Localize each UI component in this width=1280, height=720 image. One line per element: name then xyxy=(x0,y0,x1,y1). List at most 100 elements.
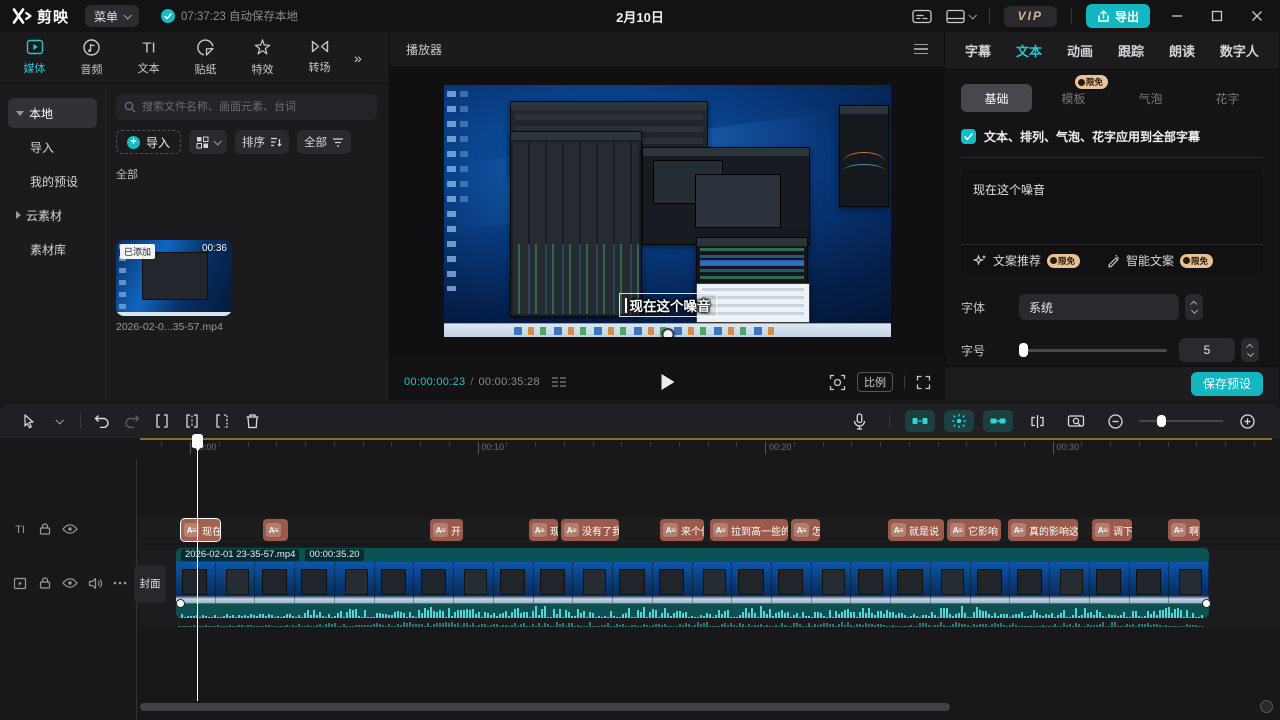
tab-tracking[interactable]: 跟踪 xyxy=(1118,41,1144,60)
tab-media[interactable]: 媒体 xyxy=(6,38,63,77)
subtab-template[interactable]: 模板限免 xyxy=(1038,84,1109,112)
linkage-toggle[interactable] xyxy=(944,410,974,432)
playhead[interactable] xyxy=(192,434,203,448)
smart-copy-label[interactable]: 智能文案 xyxy=(1126,252,1174,269)
search-input[interactable] xyxy=(142,101,369,113)
sidebar-item-cloud[interactable]: 云素材 xyxy=(8,200,97,230)
import-button[interactable]: + 导入 xyxy=(116,130,181,154)
clip-trim-handle-right[interactable] xyxy=(1202,599,1211,608)
record-voice-button[interactable] xyxy=(844,407,874,435)
text-clip[interactable]: A≡它影响 xyxy=(947,519,1001,541)
sort-button[interactable]: 排序 xyxy=(235,130,289,154)
tab-transition[interactable]: 转场 xyxy=(291,38,348,77)
text-clip[interactable]: A≡现在这个噪音 xyxy=(181,519,220,541)
tab-reading[interactable]: 朗读 xyxy=(1169,41,1195,60)
text-clip[interactable]: A≡调下 xyxy=(1092,519,1132,541)
redo-button[interactable] xyxy=(117,407,147,435)
sidebar-item-local[interactable]: 本地 xyxy=(8,98,97,128)
play-button[interactable] xyxy=(661,374,674,390)
lock-icon[interactable] xyxy=(37,521,53,537)
rotate-handle[interactable] xyxy=(661,328,674,337)
text-clip[interactable]: A≡真的影响这 xyxy=(1008,519,1078,541)
text-content-input[interactable]: 现在这个噪音 xyxy=(961,170,1263,209)
tab-digital-human[interactable]: 数字人 xyxy=(1220,41,1259,60)
split-left-button[interactable] xyxy=(177,407,207,435)
vip-badge[interactable]: VIP xyxy=(1004,6,1057,27)
size-stepper[interactable] xyxy=(1241,338,1259,362)
media-card[interactable]: 已添加 00:36 2026-02-0...35-57.mp4 xyxy=(116,240,232,333)
select-tool-caret[interactable] xyxy=(44,407,74,435)
text-clip[interactable]: A≡没有了我 xyxy=(561,519,619,541)
tab-text[interactable]: TI文本 xyxy=(120,38,177,77)
font-stepper[interactable] xyxy=(1185,294,1203,320)
cover-button[interactable]: 封面 xyxy=(134,565,166,603)
tab-subtitle[interactable]: 字幕 xyxy=(965,41,991,60)
text-clip[interactable]: A≡啊 xyxy=(1168,519,1200,541)
timeline-zoom-slider[interactable] xyxy=(1139,415,1223,427)
lock-icon[interactable] xyxy=(37,575,53,591)
font-size-value[interactable]: 5 xyxy=(1179,338,1235,362)
export-button[interactable]: 导出 xyxy=(1086,4,1150,28)
split-button[interactable] xyxy=(147,407,177,435)
video-clip[interactable]: 2026-02-01 23-35-57.mp4 00:00:35.20 xyxy=(176,548,1209,618)
text-clip[interactable]: A≡ xyxy=(263,519,288,541)
magnetic-snap-toggle[interactable] xyxy=(905,410,935,432)
apply-all-checkbox[interactable] xyxy=(961,129,976,144)
minimize-button[interactable] xyxy=(1164,3,1190,29)
preview-axis-toggle[interactable] xyxy=(983,410,1013,432)
text-clip[interactable]: A≡拉到高一些的 xyxy=(710,519,788,541)
expand-tabs-icon[interactable]: » xyxy=(354,50,360,66)
more-options-icon[interactable] xyxy=(112,575,128,591)
view-mode-button[interactable] xyxy=(189,130,227,154)
text-clip[interactable]: A≡来个低 xyxy=(660,519,704,541)
eye-icon[interactable] xyxy=(62,575,78,591)
text-clip[interactable]: A≡开 xyxy=(430,519,463,541)
focus-icon[interactable] xyxy=(829,374,846,391)
video-preview[interactable]: 现在这个噪音 xyxy=(444,85,891,337)
tab-effects[interactable]: 特效 xyxy=(234,38,291,77)
tab-audio[interactable]: 音频 xyxy=(63,38,120,77)
subtab-art-text[interactable]: 花字 xyxy=(1192,84,1263,112)
slider-thumb[interactable] xyxy=(1157,415,1166,427)
subtab-bubble[interactable]: 气泡 xyxy=(1115,84,1186,112)
separate-tracks-icon[interactable] xyxy=(1022,407,1052,435)
ratio-button[interactable]: 比例 xyxy=(857,372,893,392)
font-select[interactable]: 系统 xyxy=(1019,294,1179,320)
horizontal-scrollbar[interactable] xyxy=(140,703,950,711)
font-size-slider[interactable] xyxy=(1019,343,1167,357)
preview-frame-icon[interactable] xyxy=(1061,407,1091,435)
zoom-in-icon[interactable] xyxy=(1232,407,1262,435)
player-menu-icon[interactable] xyxy=(914,44,928,55)
text-clip[interactable]: A≡现 xyxy=(529,519,558,541)
mute-icon[interactable] xyxy=(87,575,103,591)
select-tool-button[interactable] xyxy=(14,407,44,435)
layout-icon[interactable] xyxy=(946,9,975,24)
copy-suggest-label[interactable]: 文案推荐 xyxy=(993,252,1041,269)
tab-animation[interactable]: 动画 xyxy=(1067,41,1093,60)
tab-text[interactable]: 文本 xyxy=(1016,41,1042,60)
maximize-button[interactable] xyxy=(1204,3,1230,29)
tab-sticker[interactable]: 贴纸 xyxy=(177,38,234,77)
text-clip[interactable]: A≡就是说 xyxy=(888,519,944,541)
sidebar-item-my-presets[interactable]: 我的预设 xyxy=(8,166,97,196)
menu-button[interactable]: 菜单 xyxy=(85,5,139,27)
delete-button[interactable] xyxy=(237,407,267,435)
subtitle-overlay[interactable]: 现在这个噪音 xyxy=(619,293,717,317)
frame-preview-icon[interactable] xyxy=(552,377,566,388)
undo-button[interactable] xyxy=(87,407,117,435)
captions-icon[interactable] xyxy=(912,9,932,24)
timeline-corner-knob[interactable] xyxy=(1260,700,1273,713)
save-preset-button[interactable]: 保存预设 xyxy=(1191,372,1263,396)
slider-thumb[interactable] xyxy=(1019,343,1028,357)
split-right-button[interactable] xyxy=(207,407,237,435)
sidebar-item-import[interactable]: 导入 xyxy=(8,132,97,162)
filter-button[interactable]: 全部 xyxy=(297,130,351,154)
subtab-basic[interactable]: 基础 xyxy=(961,84,1032,112)
close-button[interactable] xyxy=(1244,3,1270,29)
fullscreen-icon[interactable] xyxy=(916,375,931,390)
sidebar-item-library[interactable]: 素材库 xyxy=(8,234,97,264)
clip-trim-handle-left[interactable] xyxy=(176,599,185,608)
text-clip[interactable]: A≡怎 xyxy=(791,519,820,541)
zoom-out-icon[interactable] xyxy=(1100,407,1130,435)
eye-icon[interactable] xyxy=(62,521,78,537)
